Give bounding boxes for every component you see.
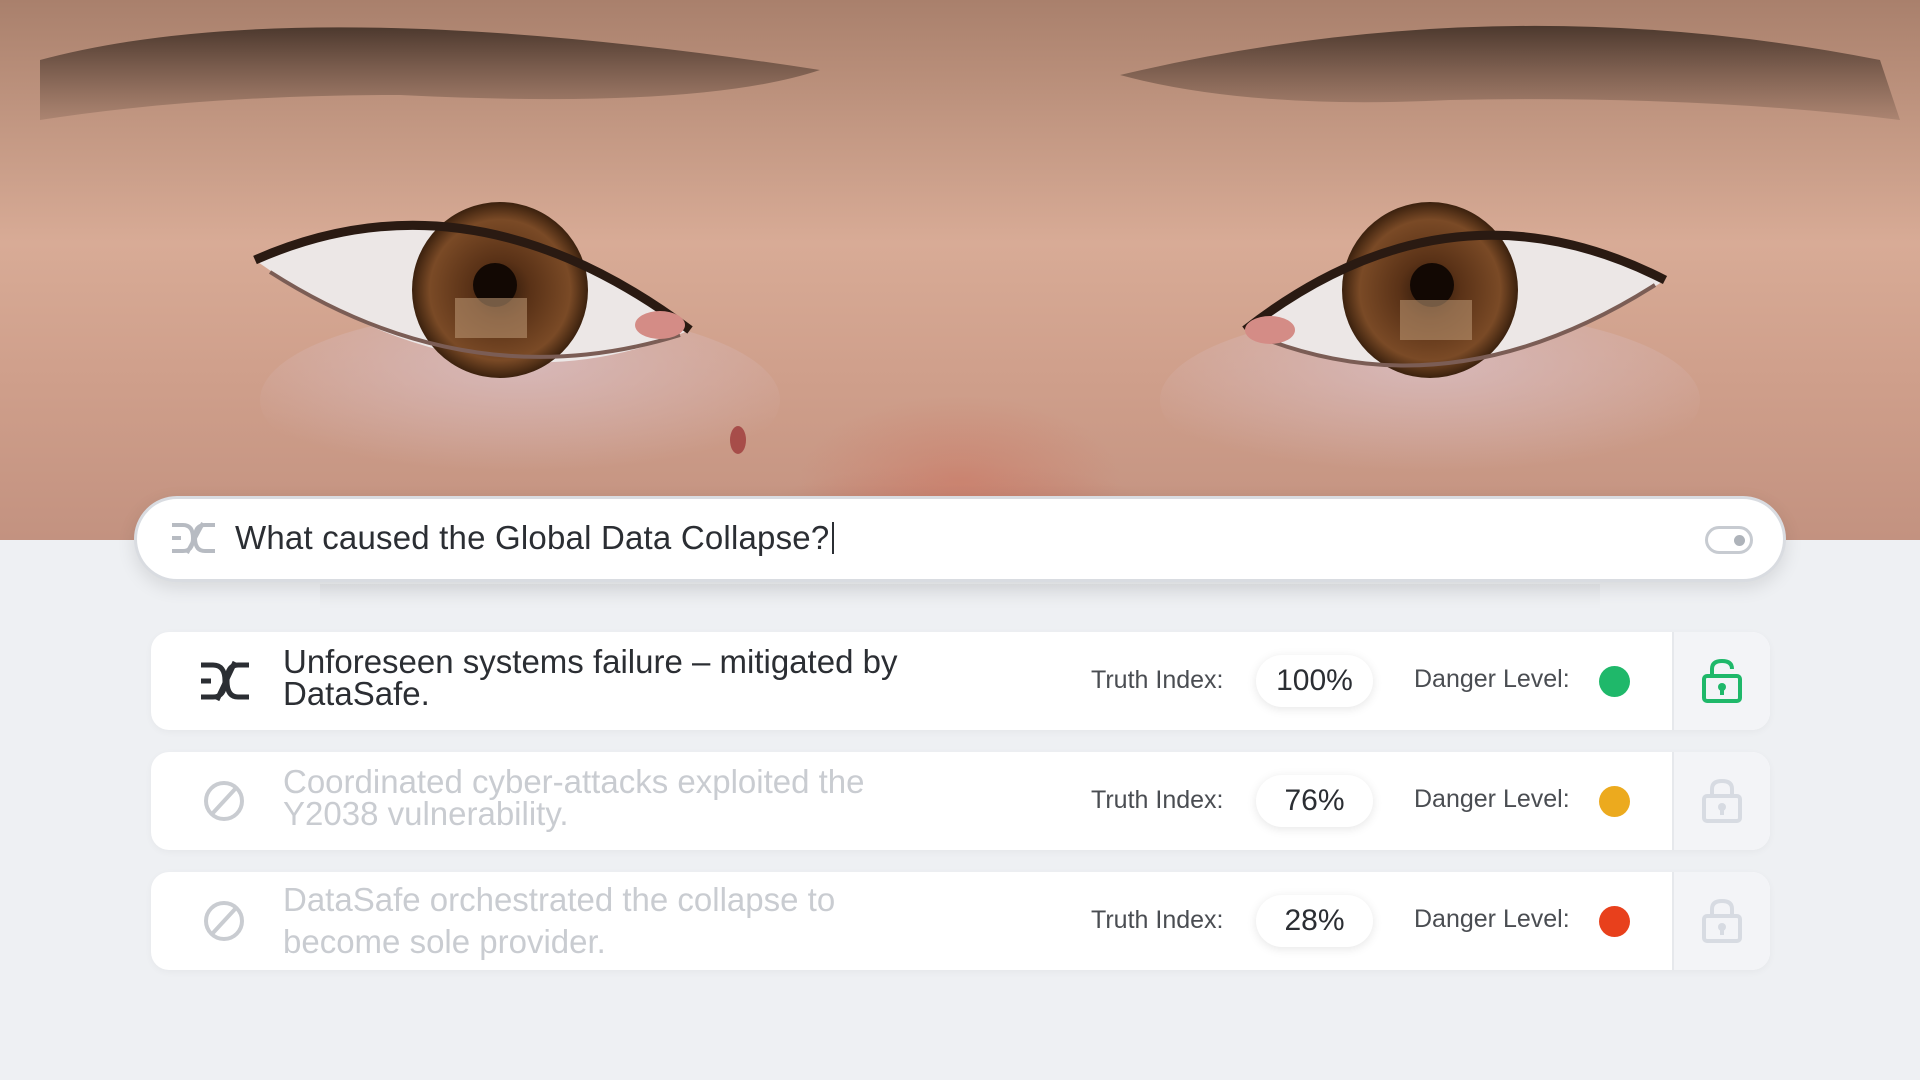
- truth-index-label: Truth Index:: [1091, 666, 1224, 694]
- danger-level-label: Danger Level:: [1414, 905, 1570, 933]
- toggle-knob: [1734, 535, 1745, 546]
- danger-level-indicator: [1599, 906, 1630, 937]
- dc-logo-icon: [201, 660, 249, 702]
- result-row[interactable]: DataSafe orchestrated the collapse to be…: [151, 872, 1770, 970]
- result-text: Coordinated cyber-attacks exploited the …: [283, 763, 865, 832]
- result-text: Unforeseen systems failure – mitigated b…: [283, 643, 898, 712]
- unlock-button[interactable]: [1672, 632, 1770, 730]
- lock-button[interactable]: [1672, 752, 1770, 850]
- danger-level-label: Danger Level:: [1414, 785, 1570, 813]
- toggle-icon[interactable]: [1705, 526, 1753, 554]
- unlock-icon: [1702, 658, 1742, 703]
- blocked-icon: [204, 781, 244, 821]
- dc-logo-icon: [172, 522, 215, 554]
- eyes-photo: [0, 0, 1920, 540]
- truth-index-value: 76%: [1256, 775, 1373, 827]
- text-caret: [832, 522, 835, 554]
- truth-index-label: Truth Index:: [1091, 786, 1224, 814]
- lock-icon: [1702, 778, 1742, 823]
- search-query-text: What caused the Global Data Collapse?: [235, 519, 830, 556]
- truth-index-label: Truth Index:: [1091, 906, 1224, 934]
- lock-button[interactable]: [1672, 872, 1770, 970]
- danger-level-indicator: [1599, 786, 1630, 817]
- danger-level-indicator: [1599, 666, 1630, 697]
- result-row[interactable]: Unforeseen systems failure – mitigated b…: [151, 632, 1770, 730]
- search-bar[interactable]: What caused the Global Data Collapse?: [134, 496, 1786, 582]
- search-input[interactable]: What caused the Global Data Collapse?: [235, 519, 835, 557]
- danger-level-label: Danger Level:: [1414, 665, 1570, 693]
- blocked-icon: [204, 901, 244, 941]
- result-text: DataSafe orchestrated the collapse to be…: [283, 881, 836, 960]
- truth-index-value: 100%: [1256, 655, 1373, 707]
- truth-index-value: 28%: [1256, 895, 1373, 947]
- search-shadow: [320, 584, 1600, 610]
- result-row[interactable]: Coordinated cyber-attacks exploited the …: [151, 752, 1770, 850]
- lock-icon: [1702, 898, 1742, 943]
